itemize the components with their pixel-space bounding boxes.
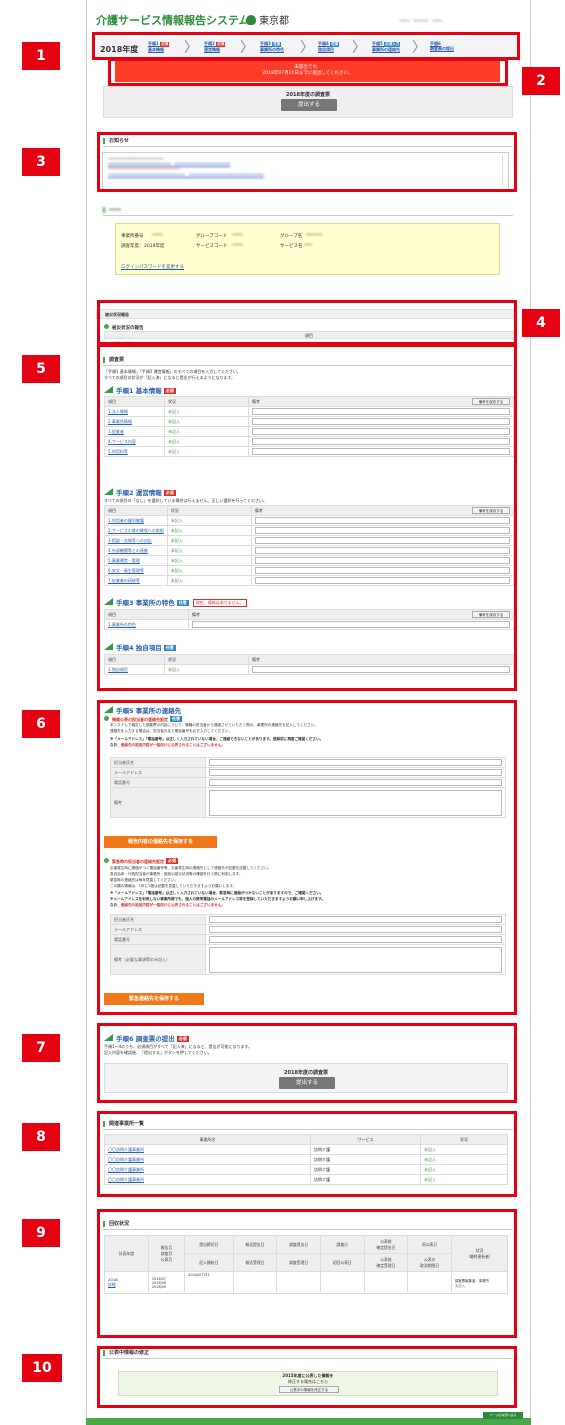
ginkgo-icon xyxy=(246,15,256,25)
group-name-label: グループ名 xyxy=(280,234,303,239)
back-to-top-button[interactable]: ページの先頭へ戻る xyxy=(483,1412,523,1419)
service-name-label: サービス名 xyxy=(280,244,303,249)
group-name-value: ━━━━━━ xyxy=(306,233,323,238)
annotation-label-7: 7 xyxy=(22,1034,60,1062)
survey-year-label: 調査年度： xyxy=(121,244,144,249)
annotation-box-5 xyxy=(97,344,517,691)
change-password-link[interactable]: ログインパスワードを変更する xyxy=(121,264,184,270)
top-submit-button[interactable]: 提出する xyxy=(281,99,337,111)
annotation-box-3 xyxy=(97,132,517,192)
survey-year-value: 2018年度 xyxy=(144,244,165,249)
top-submit-box: 2018年度の調査票 提出する xyxy=(103,86,513,118)
annotation-label-3: 3 xyxy=(22,148,60,176)
service-code-label: サービスコード xyxy=(196,244,228,249)
annotation-label-9: 9 xyxy=(22,1219,60,1247)
annotation-box-8 xyxy=(97,1111,517,1197)
service-name-value: ━━━ xyxy=(304,243,313,248)
annotation-box-2 xyxy=(108,58,508,86)
header-links[interactable]: ━━━━ ━━━━━━ ━━━━ xyxy=(400,18,520,23)
annotation-box-7 xyxy=(97,1023,517,1103)
annotation-box-4 xyxy=(97,300,517,345)
office-number-label: 事業所番号 xyxy=(121,234,144,239)
office-number-value: ━━━━ xyxy=(152,233,163,238)
annotation-label-8: 8 xyxy=(22,1123,60,1151)
annotation-box-9 xyxy=(97,1209,517,1338)
annotation-label-1: 1 xyxy=(22,42,60,70)
service-code-value: ━━━━ xyxy=(232,243,243,248)
group-code-value: ━━━━ xyxy=(232,233,243,238)
annotation-box-6 xyxy=(97,700,517,1015)
tokyo-logo: 東京都 xyxy=(246,12,289,27)
divider xyxy=(103,215,513,216)
annotation-label-4: 4 xyxy=(522,309,560,337)
annotation-box-10 xyxy=(97,1346,517,1408)
annotation-label-10: 10 xyxy=(22,1354,62,1382)
tokyo-label: 東京都 xyxy=(259,16,289,27)
office-info-box: 事業所番号 ━━━━ グループコード ━━━━ グループ名 ━━━━━━ 調査年… xyxy=(115,223,500,275)
annotation-label-6: 6 xyxy=(22,710,60,738)
annotation-box-1 xyxy=(92,32,520,60)
footer-bar xyxy=(86,1418,531,1425)
site-logo[interactable]: 介護サービス情報報告システム xyxy=(96,12,250,28)
top-submit-title: 2018年度の調査票 xyxy=(286,92,330,98)
annotation-label-5: 5 xyxy=(22,355,60,383)
office-info-heading: ━━━━ xyxy=(103,207,121,213)
annotation-label-2: 2 xyxy=(522,67,560,95)
group-code-label: グループコード xyxy=(196,234,228,239)
